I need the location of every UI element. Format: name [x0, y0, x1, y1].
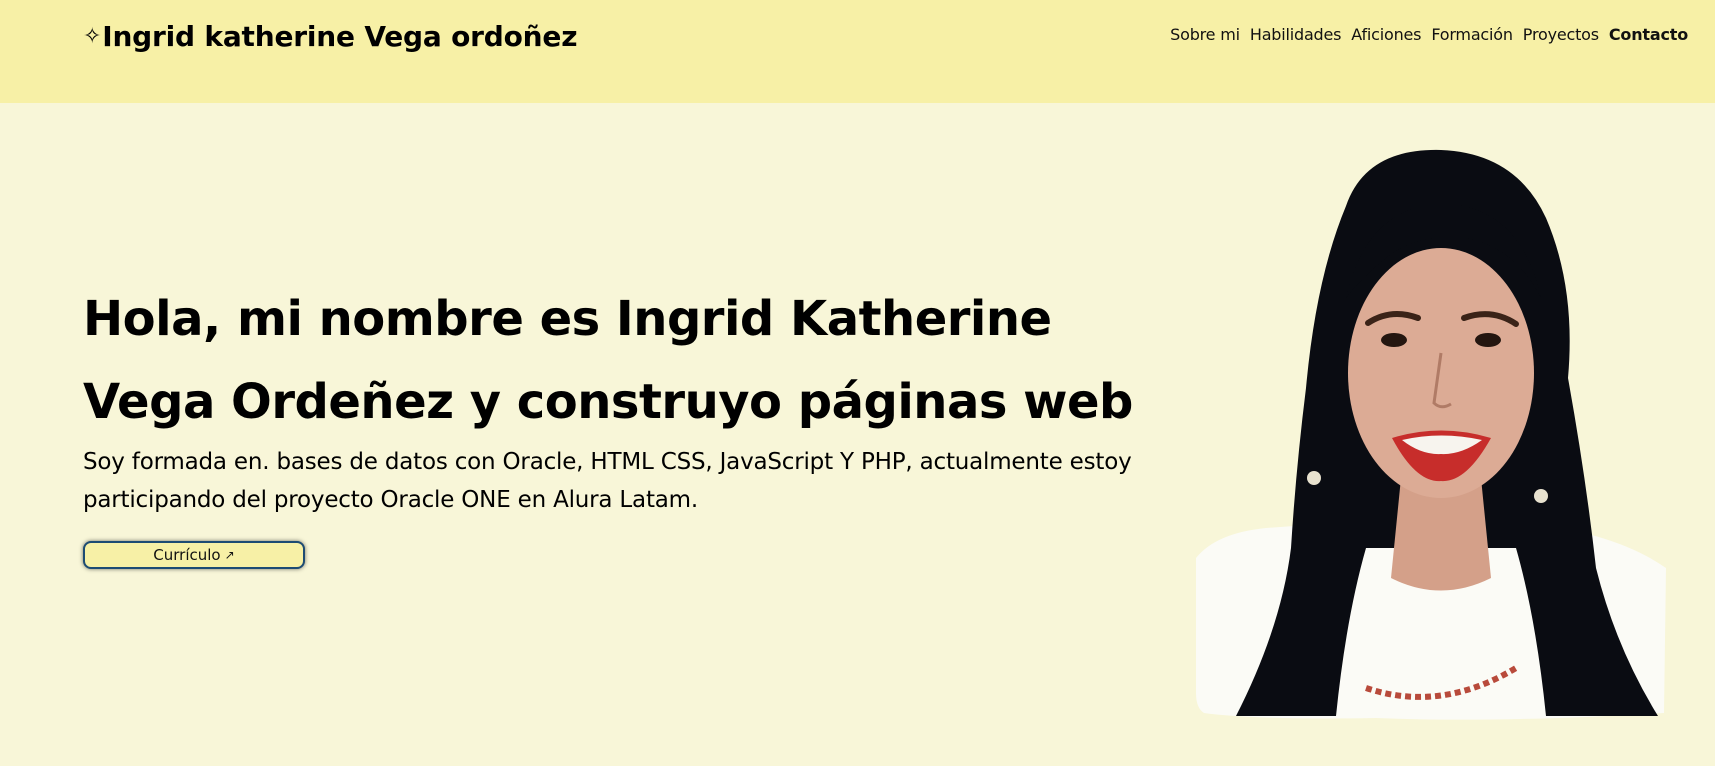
main-nav: Sobre mi Habilidades Aficiones Formación…: [1170, 25, 1688, 44]
photo-eye-right: [1475, 333, 1501, 347]
brand-name: Ingrid katherine Vega ordoñez: [102, 20, 578, 53]
profile-photo: [1196, 149, 1666, 720]
curriculum-button-label: Currículo: [153, 546, 221, 564]
photo-earring-left: [1307, 471, 1321, 485]
nav-item-sobre-mi[interactable]: Sobre mi: [1170, 25, 1240, 44]
nav-item-proyectos[interactable]: Proyectos: [1523, 25, 1599, 44]
nav-item-habilidades[interactable]: Habilidades: [1250, 25, 1342, 44]
photo-earring-right: [1534, 489, 1548, 503]
nav-item-formacion[interactable]: Formación: [1431, 25, 1513, 44]
brand[interactable]: ✧ Ingrid katherine Vega ordoñez: [83, 20, 577, 53]
hero-description: Soy formada en. bases de datos con Oracl…: [83, 449, 1132, 513]
curriculum-button[interactable]: Currículo ↗: [83, 541, 305, 569]
nav-item-contacto[interactable]: Contacto: [1609, 25, 1688, 44]
sparkle-icon: ✧: [83, 23, 102, 49]
hero-title: Hola, mi nombre es Ingrid Katherine Vega…: [83, 291, 1133, 430]
nav-item-aficiones[interactable]: Aficiones: [1351, 25, 1421, 44]
photo-eye-left: [1381, 333, 1407, 347]
arrow-up-right-icon: ↗: [224, 548, 235, 562]
site-header: ✧ Ingrid katherine Vega ordoñez Sobre mi…: [0, 0, 1715, 103]
